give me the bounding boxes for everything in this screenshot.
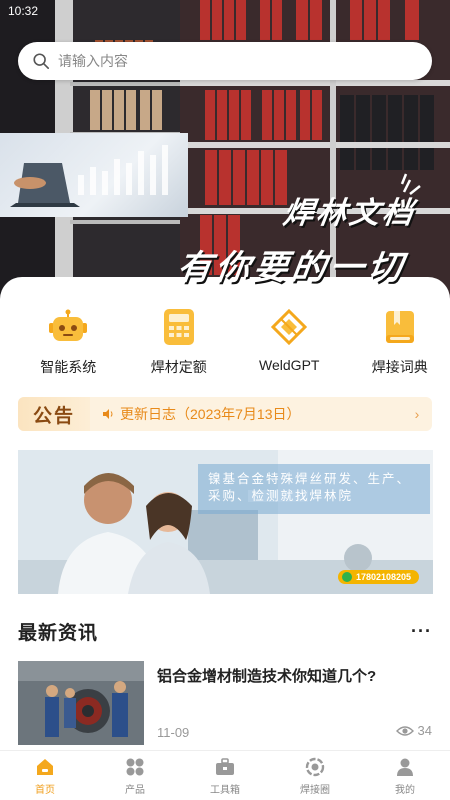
- user-icon: [394, 756, 416, 778]
- news-view-count: 34: [417, 723, 432, 738]
- quick-actions: 智能系统 焊材定额 WeldGPT 焊接词典: [0, 307, 450, 377]
- quick-action-label: 智能系统: [40, 359, 97, 375]
- tab-label: 产品: [125, 784, 145, 796]
- content-sheet: 智能系统 焊材定额 WeldGPT 焊接词典 公告 更新日志（2023年7月13…: [0, 277, 450, 800]
- calculator-icon: [157, 307, 201, 347]
- tab-label: 焊接圈: [300, 784, 330, 796]
- notice-tag: 公告: [18, 397, 90, 431]
- tab-profile[interactable]: 我的: [360, 751, 450, 800]
- status-time: 10:32: [8, 4, 39, 18]
- tab-label: 首页: [35, 784, 55, 796]
- hero-title: 焊林文档: [281, 196, 418, 231]
- news-section-header: 最新资讯 ···: [18, 618, 432, 645]
- news-views: 34: [395, 723, 432, 738]
- notice-bar[interactable]: 公告 更新日志（2023年7月13日） ›: [18, 397, 432, 431]
- home-icon: [34, 756, 56, 778]
- wechat-icon: [341, 572, 352, 582]
- quick-action-smart-system[interactable]: 智能系统: [18, 307, 119, 377]
- robot-icon: [46, 307, 90, 347]
- news-item[interactable]: 铝合金增材制造技术你知道几个? 11-09 34: [18, 661, 432, 747]
- notice-text: 更新日志（2023年7月13日）: [120, 406, 301, 422]
- quick-action-dictionary[interactable]: 焊接词典: [350, 307, 450, 377]
- quick-action-material-quota[interactable]: 焊材定额: [129, 307, 230, 377]
- toolbox-icon: [214, 756, 236, 778]
- tab-home[interactable]: 首页: [0, 751, 90, 800]
- hero-subtitle: 有你要的一切: [174, 248, 409, 288]
- search-icon: [33, 53, 50, 70]
- weldgpt-logo-icon: [267, 307, 311, 347]
- book-icon: [378, 307, 422, 347]
- circle-icon: [304, 756, 326, 778]
- tab-label: 我的: [395, 784, 415, 796]
- search-input[interactable]: [58, 53, 398, 69]
- news-section-title: 最新资讯: [18, 623, 99, 644]
- more-icon[interactable]: ···: [411, 621, 432, 642]
- hero-banner: 10:32 焊林文档 有你要的一切: [0, 0, 450, 300]
- speaker-icon: [103, 409, 113, 419]
- news-thumbnail: [18, 661, 144, 745]
- eye-icon: [395, 725, 414, 736]
- news-headline: 铝合金增材制造技术你知道几个?: [157, 668, 377, 685]
- tab-toolbox[interactable]: 工具箱: [180, 751, 270, 800]
- tab-community[interactable]: 焊接圈: [270, 751, 360, 800]
- chevron-right-icon: ›: [414, 406, 420, 422]
- quick-action-label: 焊材定额: [150, 359, 207, 375]
- banner-caption: 镍基合金特殊焊丝研发、生产、采购、检测就找焊林院: [198, 464, 430, 514]
- search-bar[interactable]: [18, 42, 432, 80]
- banner-phone-number: 17802108205: [355, 572, 411, 582]
- tab-bar: 首页 产品 工具箱 焊接圈 我的: [0, 750, 450, 800]
- banner-phone: 17802108205: [337, 570, 419, 584]
- quick-action-label: 焊接词典: [371, 359, 428, 375]
- grid-icon: [124, 756, 146, 778]
- news-date: 11-09: [157, 725, 190, 740]
- laptop-chart-image: [0, 133, 188, 217]
- promo-banner[interactable]: 镍基合金特殊焊丝研发、生产、采购、检测就找焊林院 17802108205: [18, 450, 433, 594]
- tab-label: 工具箱: [210, 784, 240, 796]
- tab-products[interactable]: 产品: [90, 751, 180, 800]
- quick-action-label: WeldGPT: [259, 357, 320, 373]
- quick-action-weldgpt[interactable]: WeldGPT: [239, 307, 340, 377]
